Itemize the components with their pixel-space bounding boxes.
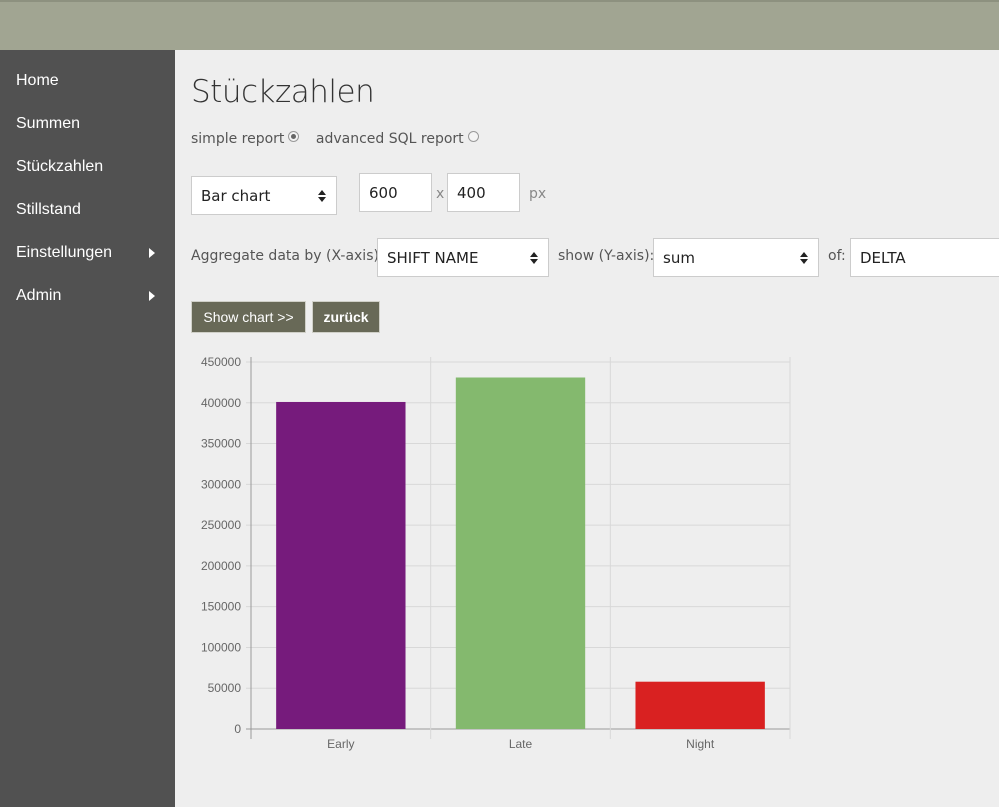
y-tick-label: 250000 [201,518,241,532]
y-tick-label: 150000 [201,600,241,614]
x-tick-label: Night [686,737,715,751]
x-tick-label: Late [509,737,533,751]
y-tick-label: 300000 [201,477,241,491]
x-tick-label: Early [327,737,354,751]
bar-early [276,401,406,729]
bar-chart: 0 50000 100000 150000 200000 250000 300000 3500… [201,355,791,751]
y-tick-label: 200000 [201,559,241,573]
y-tick-label: 0 [234,722,241,736]
y-tick-label: 50000 [208,681,242,695]
bar-night [635,681,765,729]
y-tick-label: 450000 [201,355,241,369]
bar-late [455,377,586,729]
y-tick-label: 100000 [201,640,241,654]
y-tick-label: 400000 [201,396,241,410]
y-tick-label: 350000 [201,437,241,451]
